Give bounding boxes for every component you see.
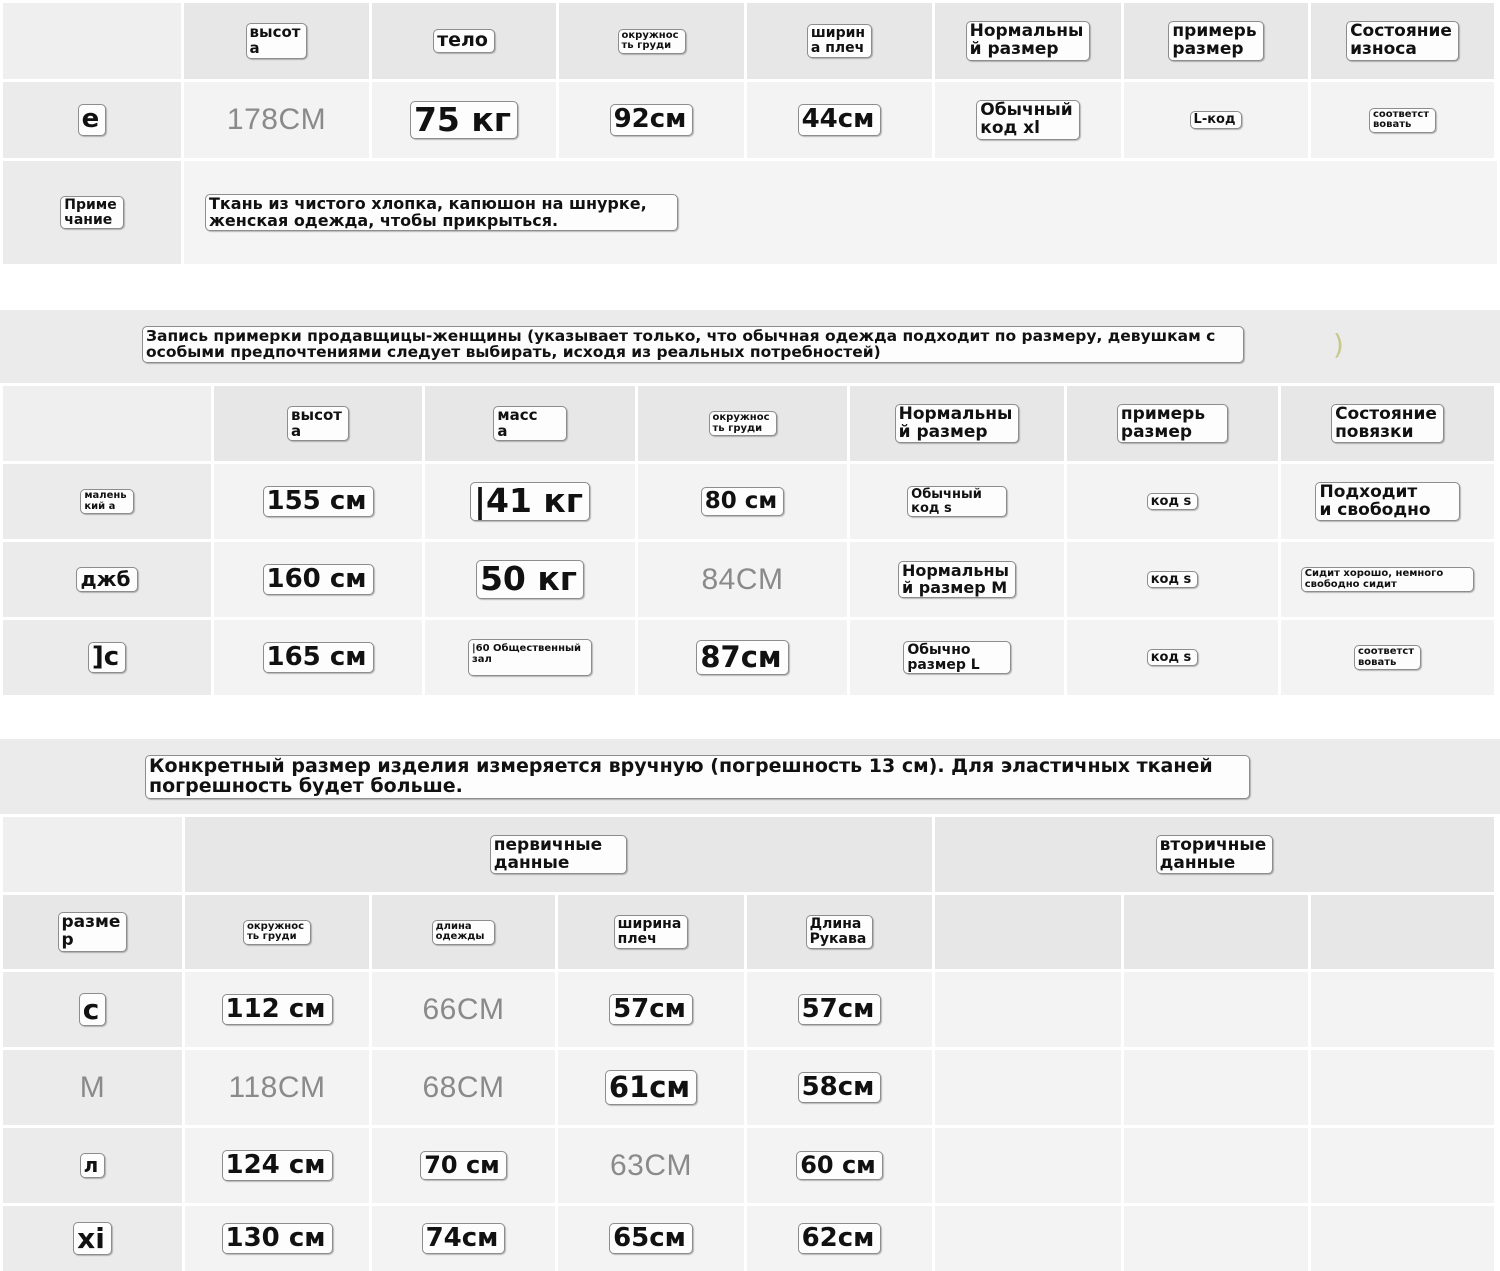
table2-header-fitting-size: примерь размер [1116, 403, 1229, 444]
table3-row4-shoulders: 65см [609, 1222, 693, 1255]
table2-row3-weight: |60 Общественный зал [467, 639, 593, 676]
table2-row2-fitting-size: код s [1146, 570, 1199, 589]
table1-header-shoulders: ширин а плеч [806, 24, 873, 58]
table2-row2-height: 160 см [262, 563, 374, 596]
table2-row1-chest: 80 см [700, 487, 785, 516]
table2-row3-chest: 87см [696, 640, 789, 675]
table3-row2-sleeve: 58см [797, 1071, 882, 1104]
table2-row-2: джб 160 см 50 кг 84CM Нормальны й размер… [0, 542, 1500, 617]
table3-row1-size: с [78, 992, 107, 1027]
table3-header-row: разме р окружнос ть груди длина одежды ш… [0, 895, 1500, 969]
table-wear-record: высот а тело окружнос ть груди ширин а п… [0, 0, 1500, 268]
table3-group-corner [3, 817, 185, 892]
table3-row-xl: xi 130 см 74см 65см 62см [0, 1206, 1500, 1271]
table3-row4-chest: 130 см [221, 1222, 333, 1255]
table2-row1-fitting-size: код s [1146, 492, 1199, 511]
table3-row1-chest: 112 см [221, 993, 333, 1026]
table1-header-wear-state: Состояние износа [1346, 21, 1459, 61]
table2-title-paren: ) [1333, 328, 1344, 361]
table2-header-weight: масс а [493, 405, 567, 442]
table2-header-bandage-state: Состояние повязки [1331, 403, 1444, 444]
table2-header-normal-size: Нормальны й размер [894, 403, 1020, 444]
table2-row1-bandage-state: Подходит и свободно [1315, 481, 1460, 522]
table3-row2-size: M [79, 1070, 106, 1104]
table1-note-label: Приме чание [60, 195, 124, 230]
table1-wear-state-value: соответст вовать [1368, 107, 1437, 133]
table2-row2-label: джб [76, 567, 138, 592]
table1-height-value: 178CM [226, 103, 327, 136]
table1-row-label: е [77, 104, 107, 136]
table-fitting-record: высот а масс а окружнос ть груди Нормаль… [0, 386, 1500, 698]
table3-row1-sleeve: 57см [797, 993, 882, 1026]
table3-row3-sleeve: 60 см [796, 1150, 883, 1181]
table1-header-row: высот а тело окружнос ть груди ширин а п… [0, 3, 1500, 79]
table3-row-m: M 118CM 68CM 61см 58см [0, 1050, 1500, 1125]
table2-title: Запись примерки продавщицы-женщины (указ… [142, 326, 1245, 363]
table1-note-text: Ткань из чистого хлопка, капюшон на шнур… [205, 193, 678, 232]
table3-row2-chest: 118CM [228, 1070, 326, 1104]
table2-header-chest: окружнос ть груди [708, 411, 777, 436]
table3-header-empty-3 [1311, 895, 1497, 969]
table2-row1-label: малень кий а [80, 489, 134, 514]
table3-row4-size: xi [73, 1221, 112, 1256]
table3-header-empty-2 [1124, 895, 1311, 969]
table2-row2-normal-size: Нормальны й размер М [897, 560, 1017, 599]
table2-row3-height: 165 см [262, 641, 374, 674]
table3-title-text: Конкретный размер изделия измеряется вру… [145, 755, 1250, 799]
table3-row4-length: 74см [421, 1222, 506, 1255]
table2-title-text: Запись примерки продавщицы-женщины (указ… [142, 326, 1245, 363]
table2-row1-weight: |41 кг [469, 482, 591, 521]
table1-body-value: 75 кг [409, 100, 519, 140]
table2-row3-fitting-size: код s [1146, 648, 1199, 667]
table3-header-shoulders: ширина плеч [613, 915, 689, 949]
table3-header-size: разме р [57, 912, 128, 952]
table1-header-normal-size: Нормальны й размер [965, 21, 1091, 61]
table3-group-secondary: вторичные данные [1155, 834, 1274, 875]
table2-row3-bandage-state: соответст вовать [1353, 645, 1422, 670]
table1-header-height: высот а [245, 23, 308, 59]
table2-row2-chest: 84CM [701, 562, 784, 596]
table1-note-row: Приме чание Ткань из чистого хлопка, кап… [0, 161, 1500, 264]
table3-group-row: первичные данные вторичные данные [0, 817, 1500, 892]
table3-row2-length: 68CM [422, 1070, 505, 1104]
table2-row-3: ]с 165 см |60 Общественный зал 87см Обыч… [0, 620, 1500, 695]
table3-row3-shoulders: 63CM [609, 1148, 693, 1182]
table3-row3-size: л [79, 1153, 106, 1178]
table3-group-primary: первичные данные [489, 834, 628, 875]
table3-header-empty-1 [935, 895, 1124, 969]
table1-header-fitting-size: примерь размер [1168, 21, 1264, 61]
table2-row2-weight: 50 кг [475, 560, 585, 599]
table2-row1-normal-size: Обычный код s [907, 485, 1007, 518]
table3-title: Конкретный размер изделия измеряется вру… [145, 755, 1250, 799]
table3-row2-shoulders: 61см [604, 1070, 698, 1105]
table2-row1-height: 155 см [262, 485, 374, 518]
table3-header-sleeve: Длина Рукава [805, 915, 874, 949]
table1-chest-value: 92см [609, 104, 694, 136]
table2-header-row: высот а масс а окружнос ть груди Нормаль… [0, 386, 1500, 461]
table1-fitting-size-value: L-код [1189, 111, 1243, 129]
table2-header-corner [3, 386, 214, 461]
table2-header-height: высот а [287, 405, 349, 442]
table1-normal-size-value: Обычный код xl [976, 100, 1080, 140]
table1-header-corner [3, 3, 184, 79]
table2-row2-bandage-state: Сидит хорошо, немного свободно сидит [1300, 567, 1475, 592]
table3-row-l: л 124 см 70 см 63CM 60 см [0, 1128, 1500, 1203]
table-product-size: первичные данные вторичные данные разме … [0, 817, 1500, 1271]
table2-row3-label: ]с [87, 641, 127, 674]
table3-row1-length: 66CM [422, 992, 505, 1026]
table1-header-chest: окружнос ть груди [617, 28, 686, 54]
table1-row: е 178CM 75 кг 92см 44см Обычный код xl L… [0, 82, 1500, 158]
table2-row-1: малень кий а 155 см |41 кг 80 см Обычный… [0, 464, 1500, 539]
table2-row3-normal-size: Обычно размер L [903, 640, 1011, 675]
table1-shoulders-value: 44см [797, 104, 882, 136]
table3-row1-shoulders: 57см [609, 993, 693, 1026]
table1-header-body: тело [433, 29, 495, 53]
table3-row-s: с 112 см 66CM 57см 57см [0, 972, 1500, 1047]
table3-header-chest: окружнос ть груди [243, 919, 311, 945]
table3-row3-length: 70 см [420, 1150, 507, 1181]
table3-header-length: длина одежды [431, 919, 496, 945]
table3-row3-chest: 124 см [221, 1149, 333, 1182]
table3-row4-sleeve: 62см [797, 1222, 882, 1255]
